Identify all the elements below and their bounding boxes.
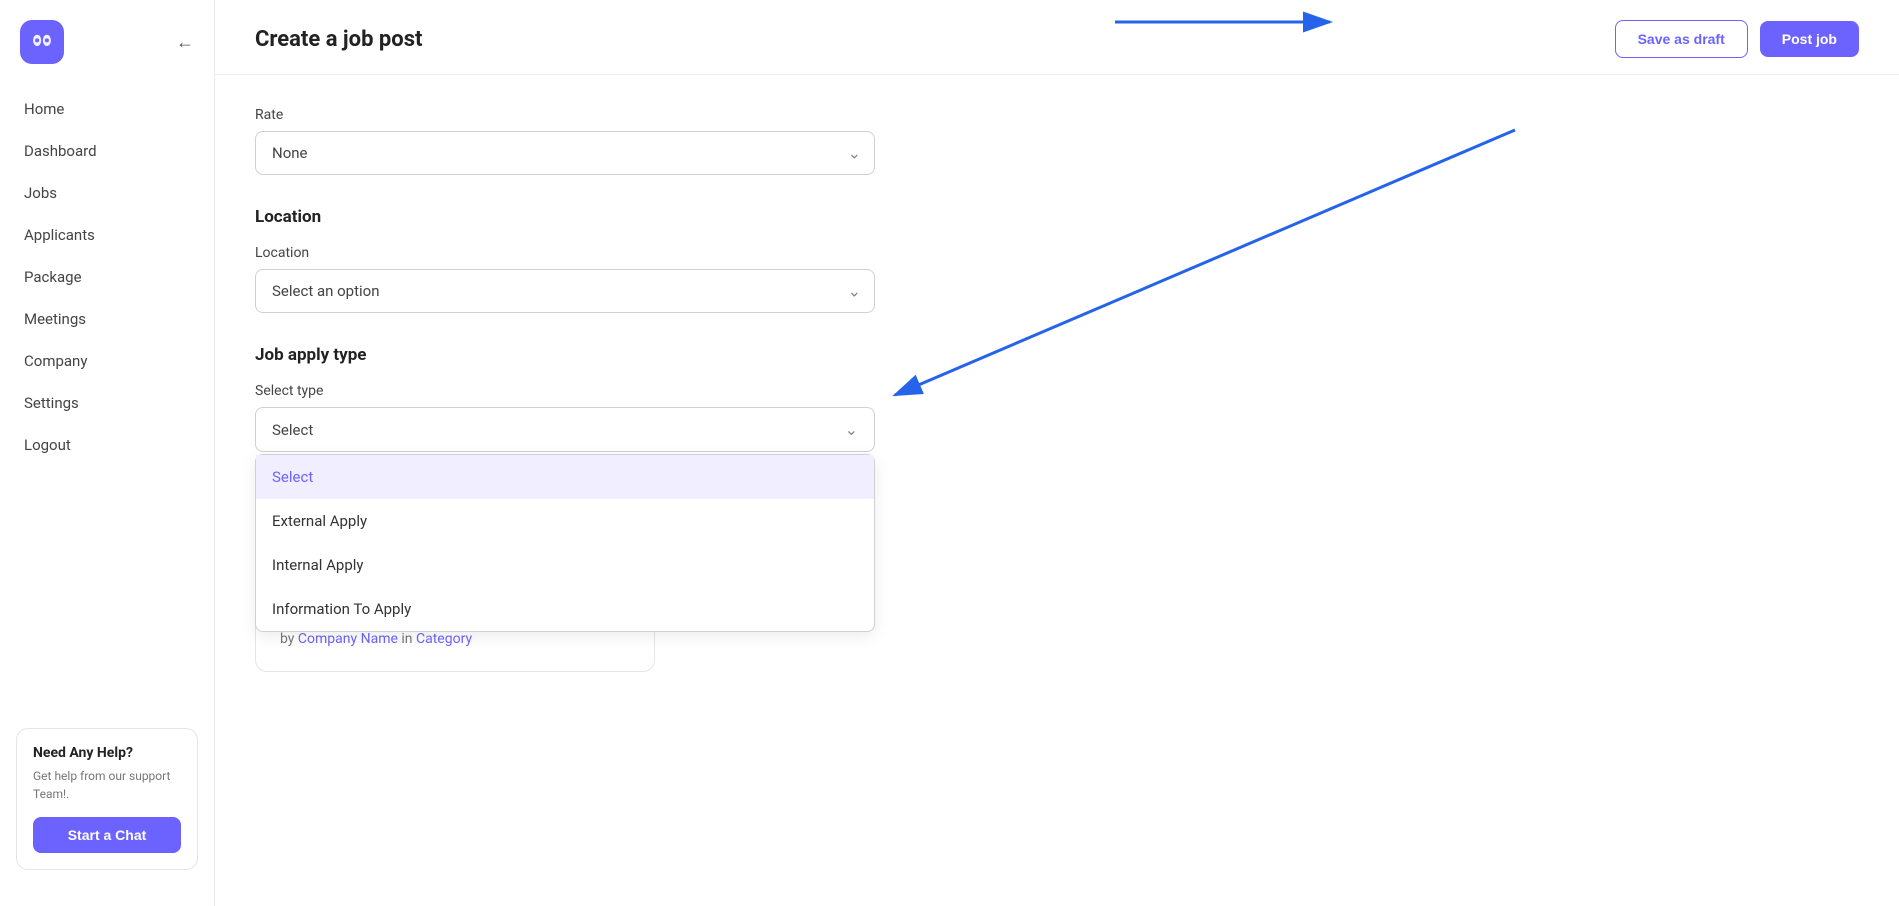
job-apply-value: Select	[272, 421, 313, 439]
location-chevron-icon: ⌄	[848, 282, 861, 301]
dropdown-option-external[interactable]: External Apply	[256, 499, 874, 543]
page-title: Create a job post	[255, 27, 422, 52]
sidebar-nav: Home Dashboard Jobs Applicants Package M…	[0, 88, 214, 712]
sidebar-item-company[interactable]: Company	[0, 340, 214, 382]
meta-prefix: by	[280, 631, 294, 647]
sidebar-item-meetings[interactable]: Meetings	[0, 298, 214, 340]
job-apply-select[interactable]: Select ⌄	[255, 407, 875, 452]
sidebar-item-package[interactable]: Package	[0, 256, 214, 298]
rate-label: Rate	[255, 107, 1859, 123]
sidebar-item-settings[interactable]: Settings	[0, 382, 214, 424]
dropdown-option-info[interactable]: Information To Apply	[256, 587, 874, 631]
header-actions: Save as draft Post job	[1615, 20, 1859, 58]
save-draft-button[interactable]: Save as draft	[1615, 20, 1748, 58]
job-apply-label: Select type	[255, 383, 1859, 399]
location-title: Location	[255, 207, 1859, 227]
job-apply-title: Job apply type	[255, 345, 1859, 365]
dropdown-option-select[interactable]: Select	[256, 455, 874, 499]
sidebar-item-dashboard[interactable]: Dashboard	[0, 130, 214, 172]
rate-select[interactable]: None ⌄	[255, 131, 875, 175]
location-select[interactable]: Select an option ⌄	[255, 269, 875, 313]
sidebar: ← Home Dashboard Jobs Applicants Package…	[0, 0, 215, 906]
rate-value: None	[272, 144, 308, 162]
job-apply-dropdown-menu: Select External Apply Internal Apply Inf…	[255, 454, 875, 632]
job-apply-dropdown-container: Select ⌄ Select External Apply Internal …	[255, 407, 875, 452]
location-label: Location	[255, 245, 1859, 261]
post-job-button[interactable]: Post job	[1760, 21, 1859, 57]
location-section: Location Location Select an option ⌄	[255, 207, 1859, 313]
start-chat-button[interactable]: Start a Chat	[33, 817, 181, 853]
company-link[interactable]: Company Name	[298, 631, 398, 647]
job-meta: by Company Name in Category	[280, 631, 630, 647]
sidebar-item-applicants[interactable]: Applicants	[0, 214, 214, 256]
location-select-wrapper: Select an option ⌄	[255, 269, 875, 313]
help-box: Need Any Help? Get help from our support…	[16, 728, 198, 870]
help-text: Get help from our support Team!.	[33, 767, 181, 803]
sidebar-item-jobs[interactable]: Jobs	[0, 172, 214, 214]
location-value: Select an option	[272, 282, 379, 300]
rate-section: Rate None ⌄	[255, 107, 1859, 175]
form-content: Rate None ⌄ Location Location Select an …	[215, 75, 1899, 704]
rate-chevron-icon: ⌄	[848, 144, 861, 163]
rate-select-wrapper: None ⌄	[255, 131, 875, 175]
page-header: Create a job post Save as draft Post job	[215, 0, 1899, 75]
sidebar-item-home[interactable]: Home	[0, 88, 214, 130]
sidebar-header: ←	[0, 20, 214, 88]
app-logo	[20, 20, 64, 64]
dropdown-option-internal[interactable]: Internal Apply	[256, 543, 874, 587]
job-apply-section: Job apply type Select type Select ⌄ Sele…	[255, 345, 1859, 452]
main-content: Create a job post Save as draft Post job…	[215, 0, 1899, 906]
back-button[interactable]: ←	[176, 32, 194, 53]
sidebar-item-logout[interactable]: Logout	[0, 424, 214, 466]
help-title: Need Any Help?	[33, 745, 181, 761]
job-apply-chevron-icon: ⌄	[845, 420, 858, 439]
category-link[interactable]: Category	[416, 631, 472, 647]
meta-in: in	[401, 631, 412, 647]
